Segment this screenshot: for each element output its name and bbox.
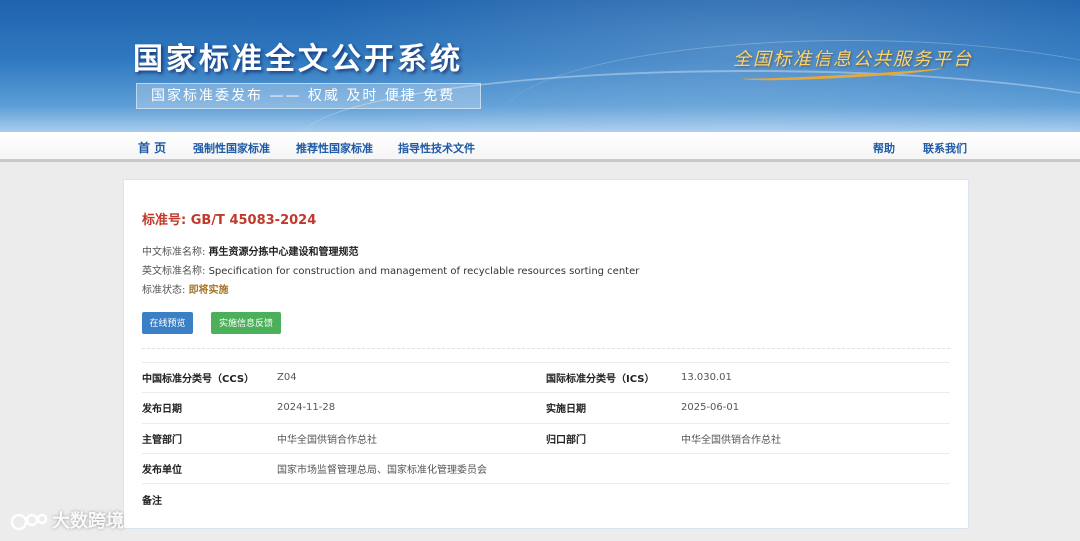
table-row: 发布日期 2024-11-28 实施日期 2025-06-01 <box>142 392 950 423</box>
nav-guidance-documents[interactable]: 指导性技术文件 <box>398 140 475 156</box>
meta-key: 实施日期 <box>546 404 586 416</box>
chinese-name-label: 中文标准名称: <box>142 247 209 258</box>
meta-value: 2024-11-28 <box>277 402 336 414</box>
implementation-feedback-button[interactable]: 实施信息反馈 <box>211 312 281 334</box>
meta-key: 归口部门 <box>546 434 586 446</box>
meta-value: 中华全国供销合作总社 <box>681 434 781 446</box>
meta-value <box>277 484 950 514</box>
watermark-text: 大数跨境 <box>52 511 124 532</box>
nav-home[interactable]: 首 页 <box>138 139 166 156</box>
site-slogan: 国家标准委发布 —— 权威 及时 便捷 免费 <box>136 83 481 109</box>
standard-metadata-table: 中国标准分类号（CCS） Z04 国际标准分类号（ICS） 13.030.01 … <box>142 362 950 514</box>
nav-contact-us[interactable]: 联系我们 <box>923 140 967 156</box>
standard-detail-card: 标准号: GB/T 45083-2024 中文标准名称: 再生资源分拣中心建设和… <box>123 179 969 529</box>
meta-key: 中国标准分类号（CCS） <box>142 374 255 386</box>
header-banner: 国家标准全文公开系统 国家标准委发布 —— 权威 及时 便捷 免费 全国标准信息… <box>0 0 1080 132</box>
meta-key: 发布单位 <box>142 465 182 477</box>
watermark-logo-icon <box>10 513 48 531</box>
meta-key: 备注 <box>142 495 162 507</box>
main-nav: 首 页 强制性国家标准 推荐性国家标准 指导性技术文件 帮助 联系我们 <box>0 132 1080 162</box>
meta-value: 13.030.01 <box>681 372 732 384</box>
english-name-value: Specification for construction and manag… <box>208 266 640 277</box>
standard-number-label: 标准号: <box>142 213 191 228</box>
meta-value: 2025-06-01 <box>681 402 740 414</box>
table-row: 中国标准分类号（CCS） Z04 国际标准分类号（ICS） 13.030.01 <box>142 362 950 393</box>
chinese-name-row: 中文标准名称: 再生资源分拣中心建设和管理规范 <box>142 243 359 258</box>
meta-value: Z04 <box>277 372 297 384</box>
table-row: 主管部门 中华全国供销合作总社 归口部门 中华全国供销合作总社 <box>142 423 950 453</box>
meta-value: 中华全国供销合作总社 <box>277 434 377 446</box>
nav-recommended-standards[interactable]: 推荐性国家标准 <box>296 140 373 156</box>
english-name-row: 英文标准名称: Specification for construction a… <box>142 262 639 277</box>
meta-value: 国家市场监督管理总局、国家标准化管理委员会 <box>277 465 487 477</box>
status-row: 标准状态: 即将实施 <box>142 281 229 296</box>
meta-key: 国际标准分类号（ICS） <box>546 374 655 386</box>
chinese-name-value: 再生资源分拣中心建设和管理规范 <box>208 247 359 258</box>
meta-key: 主管部门 <box>142 434 182 446</box>
meta-key: 发布日期 <box>142 404 182 416</box>
divider <box>142 348 950 349</box>
nav-mandatory-standards[interactable]: 强制性国家标准 <box>193 140 270 156</box>
table-row: 备注 <box>142 483 950 514</box>
watermark: 大数跨境 <box>10 507 124 533</box>
nav-help[interactable]: 帮助 <box>873 140 895 156</box>
standard-number-heading: 标准号: GB/T 45083-2024 <box>142 209 316 228</box>
english-name-label: 英文标准名称: <box>142 266 209 277</box>
site-title: 国家标准全文公开系统 <box>133 42 463 77</box>
status-value: 即将实施 <box>188 285 229 296</box>
online-preview-button[interactable]: 在线预览 <box>142 312 193 334</box>
standard-number: GB/T 45083-2024 <box>190 213 317 228</box>
table-row: 发布单位 国家市场监督管理总局、国家标准化管理委员会 <box>142 453 950 483</box>
status-label: 标准状态: <box>142 285 189 296</box>
